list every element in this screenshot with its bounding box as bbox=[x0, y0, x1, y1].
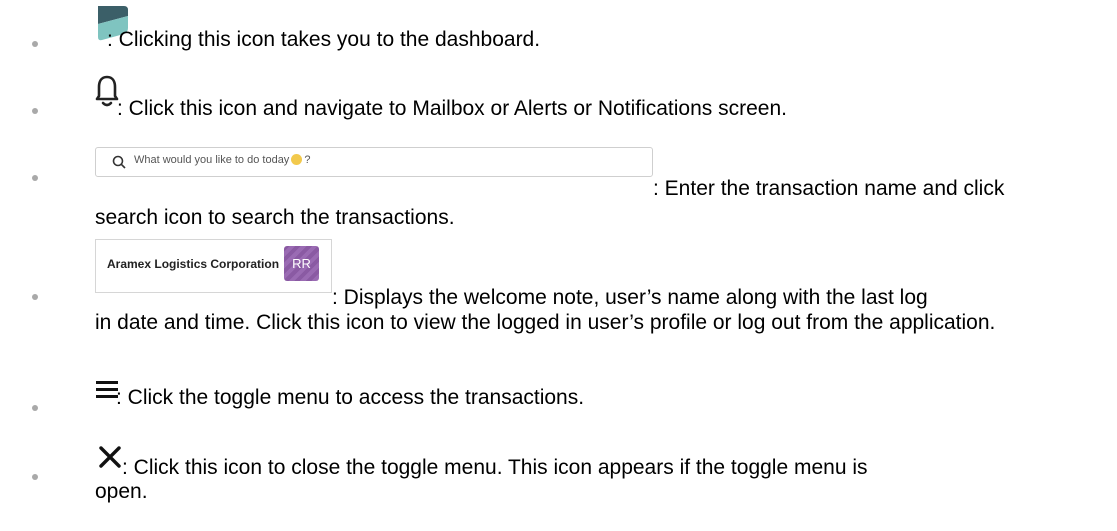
close-icon[interactable] bbox=[99, 446, 121, 468]
bullet bbox=[32, 474, 38, 480]
bullet bbox=[32, 175, 38, 181]
bullet bbox=[32, 294, 38, 300]
user-profile-button[interactable]: Aramex Logistics Corporation RR bbox=[95, 239, 332, 293]
item-description: : Click this icon and navigate to Mailbo… bbox=[117, 97, 787, 120]
item-description: : Clicking this icon takes you to the da… bbox=[107, 28, 541, 51]
item-description: : Click this icon to close the toggle me… bbox=[122, 456, 868, 479]
search-placeholder: What would you like to do today bbox=[134, 154, 290, 166]
bullet bbox=[32, 405, 38, 411]
item-description-continued: open. bbox=[95, 480, 148, 503]
item-description-continued: in date and time. Click this icon to vie… bbox=[95, 311, 996, 334]
smiley-emoji-icon bbox=[291, 154, 303, 165]
search-input[interactable]: What would you like to do today? bbox=[134, 154, 310, 166]
item-description: : Enter the transaction name and click bbox=[653, 177, 1005, 200]
avatar: RR bbox=[284, 246, 319, 281]
search-box[interactable]: What would you like to do today? bbox=[95, 147, 653, 177]
company-name: Aramex Logistics Corporation bbox=[107, 257, 280, 271]
search-suffix: ? bbox=[304, 154, 311, 166]
bullet bbox=[32, 41, 38, 47]
search-icon[interactable] bbox=[112, 155, 126, 169]
hamburger-menu-icon[interactable] bbox=[96, 380, 118, 400]
item-description: : Click the toggle menu to access the tr… bbox=[116, 386, 585, 409]
item-description-continued: search icon to search the transactions. bbox=[95, 206, 455, 229]
item-description: : Displays the welcome note, user’s name… bbox=[332, 286, 928, 309]
bell-icon[interactable] bbox=[95, 75, 119, 109]
bullet bbox=[32, 108, 38, 114]
